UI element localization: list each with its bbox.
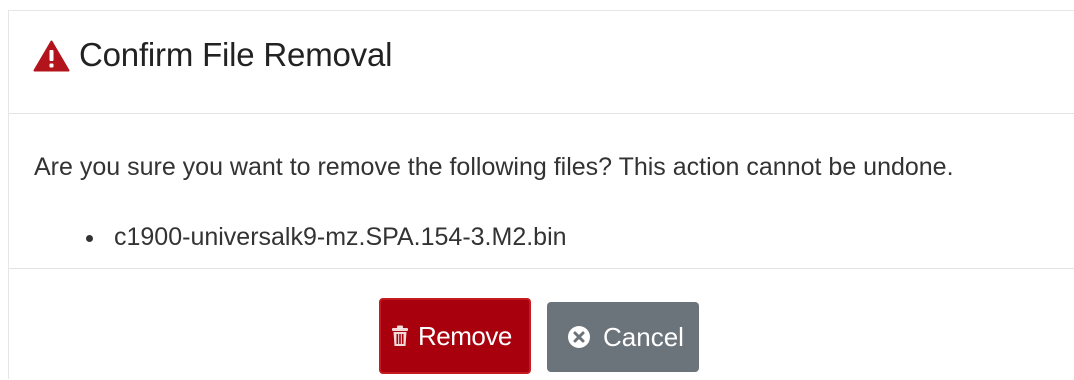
cancel-button-label: Cancel <box>603 322 684 352</box>
confirm-removal-dialog: Confirm File Removal Are you sure you wa… <box>8 10 1074 379</box>
cancel-button[interactable]: Cancel <box>547 302 699 372</box>
list-item: c1900-universalk9-mz.SPA.154-3.M2.bin <box>83 222 567 252</box>
remove-button-label: Remove <box>418 321 512 351</box>
warning-triangle-icon <box>33 40 70 72</box>
dialog-header: Confirm File Removal <box>9 11 1074 114</box>
file-name: c1900-universalk9-mz.SPA.154-3.M2.bin <box>114 223 567 251</box>
confirmation-message: Are you sure you want to remove the foll… <box>34 153 954 181</box>
dialog-title: Confirm File Removal <box>79 36 393 73</box>
bullet-icon <box>86 235 93 242</box>
dialog-footer: Remove Cancel <box>9 269 1074 380</box>
close-circle-icon <box>568 326 590 348</box>
dialog-body: Are you sure you want to remove the foll… <box>9 114 1074 269</box>
file-list: c1900-universalk9-mz.SPA.154-3.M2.bin <box>83 222 567 252</box>
trash-icon <box>392 325 408 346</box>
remove-button[interactable]: Remove <box>379 298 531 374</box>
